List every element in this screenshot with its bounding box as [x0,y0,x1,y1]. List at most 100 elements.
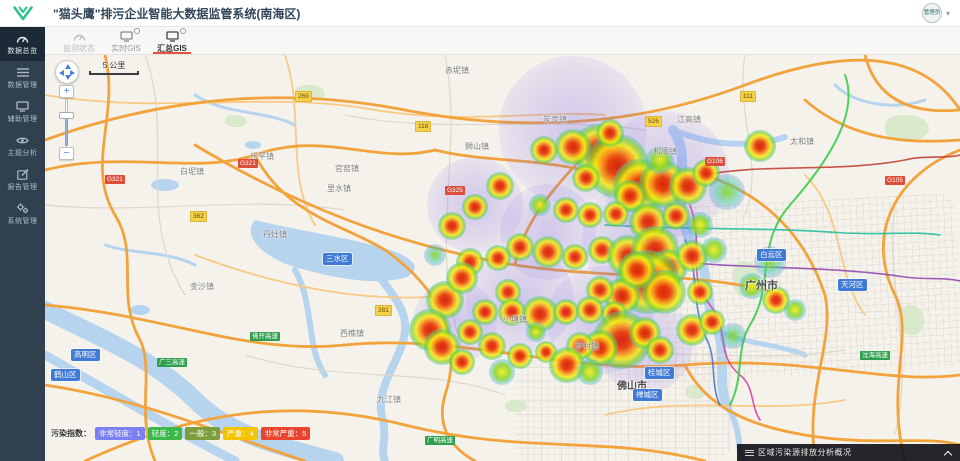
legend-item: 非常轻度：1 [95,427,145,440]
zoom-slider-fill [65,117,68,146]
analysis-panel-title: 区域污染源排放分析概况 [758,447,945,458]
heat-point [572,124,623,175]
tab-monitor-status[interactable]: 监测状态 [55,27,103,54]
legend-item: 严重：4 [223,427,258,440]
sidebar-item-system-manage[interactable]: 系统管理 [0,197,45,231]
park-patch [900,305,924,335]
sidebar-item-data-overview[interactable]: 数据总览 [0,27,45,61]
sidebar-item-theme-analysis[interactable]: 主题分析 [0,129,45,163]
park-patch [885,115,929,141]
sidebar-item-data-manage[interactable]: 数据管理 [0,61,45,95]
heat-point [604,278,639,313]
heat-point [588,236,617,265]
heat-point [499,56,646,203]
scale-label: 5 公里 [89,60,139,71]
pan-left-icon[interactable] [59,70,64,76]
heat-point [457,319,483,345]
road-number-badge: G106 [705,157,725,166]
town-label: 西樵镇 [340,328,364,339]
town-label: 江高镇 [677,114,701,125]
user-avatar[interactable]: 管理员 [922,3,942,23]
pollution-legend: 污染指数： 非常轻度：1轻度：2一般：3严重：4非常严重：5 [51,427,310,440]
tab-realtime-gis[interactable]: 实时GIS [103,27,149,54]
heat-point [424,244,446,266]
heat-point [489,359,515,385]
road-number-badge: 362 [190,211,207,222]
tab-label: 实时GIS [111,43,141,54]
chevron-down-icon[interactable]: ▾ [946,9,950,18]
heat-point [601,301,627,327]
heat-point [553,197,579,223]
heat-point [500,184,596,280]
road-number-badge: 281 [375,305,392,316]
gauge-icon [16,32,29,45]
heat-point [613,159,667,213]
road-number-badge: 111 [740,91,756,102]
heat-point [446,262,478,294]
heat-point [596,119,625,148]
pan-up-icon[interactable] [65,64,71,69]
map-pan-control[interactable] [55,60,79,84]
sidebar-item-report-manage[interactable]: 报告管理 [0,163,45,197]
road-number-badge: 广三高速 [157,358,187,367]
tab-status-icon [134,28,140,34]
sidebar-item-label: 数据总览 [8,46,38,56]
heat-point [456,248,485,277]
legend-item: 轻度：2 [148,427,183,440]
heat-point [486,172,515,201]
heat-point [449,349,475,375]
road-number-badge: 佛开高速 [250,332,280,341]
monitor-icon [16,100,29,113]
park-patch [225,115,247,127]
sidebar: 数据总览数据管理辅助管理主题分析报告管理系统管理 [0,27,45,461]
heat-point [744,130,776,162]
road-number-badge: 526 [645,116,662,127]
gauge-icon [73,30,86,42]
pan-right-icon[interactable] [70,70,75,76]
road-number-badge: G321 [105,175,125,184]
heat-point [427,157,523,253]
heat-point [530,136,559,165]
map-canvas[interactable]: 广州市佛山市白云区天河区三水区桂城区禅城区高明区鹤山区乐平镇官窑镇里水镇狮山镇和… [45,55,960,461]
park-patch [685,385,705,399]
town-label: 白坭镇 [180,166,204,177]
heat-point [639,160,687,208]
road-number-badge: G321 [238,159,258,168]
town-label: 乐平镇 [250,151,274,162]
heat-point [409,309,451,351]
heat-point [526,322,545,341]
page-title: "猫头鹰"排污企业智能大数据监管系统(南海区) [53,5,300,22]
zoom-slider-handle[interactable] [59,112,74,119]
town-label: 太和镇 [790,136,814,147]
heat-point [577,202,603,228]
analysis-panel-bar[interactable]: 区域污染源排放分析概况 [737,444,960,461]
sidebar-item-label: 辅助管理 [8,114,38,124]
tab-summary-gis[interactable]: 汇总GIS [149,27,195,54]
list-icon [745,450,754,456]
town-label: 和顺镇 [653,146,677,157]
heat-point [572,164,601,193]
zoom-out-button[interactable]: − [59,147,74,160]
map-scale: 5 公里 [89,60,139,75]
chevron-up-icon[interactable] [945,449,952,456]
road-number-badge: 广明高速 [425,436,455,445]
heat-point [669,167,707,205]
town-label: 炭步镇 [543,114,567,125]
heat-point [498,298,527,327]
heat-point [478,332,507,361]
sidebar-item-assist-manage[interactable]: 辅助管理 [0,95,45,129]
heat-point [532,236,564,268]
urban-grid-foshan [515,350,730,461]
logo [0,0,45,27]
district-badge: 三水区 [323,253,352,265]
monitor-icon [120,30,133,42]
road-number-badge: 118 [415,121,431,132]
heat-point [614,180,646,212]
town-label: 赤坭镇 [445,65,469,76]
header: "猫头鹰"排污企业智能大数据监管系统(南海区) 管理员 ▾ [0,0,960,27]
town-label: 官窑镇 [335,163,359,174]
town-label: 丹灶镇 [263,229,287,240]
heat-point [553,299,579,325]
monitor-icon [166,30,179,42]
zoom-in-button[interactable]: + [59,85,74,98]
